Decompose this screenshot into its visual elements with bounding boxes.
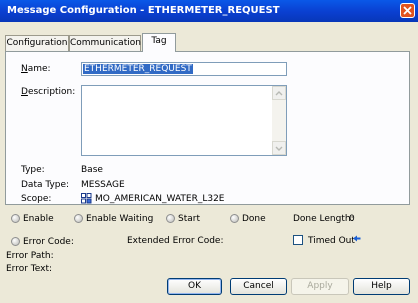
- start-indicator: [166, 214, 175, 223]
- scroll-down-button[interactable]: [272, 141, 286, 155]
- description-scrollbar[interactable]: [272, 86, 286, 155]
- start-label: Start: [178, 214, 200, 224]
- chevron-up-icon: [275, 91, 283, 96]
- scope-value: MO_AMERICAN_WATER_L32E: [95, 194, 225, 204]
- timed-out-checkbox[interactable]: [293, 235, 303, 245]
- scroll-up-button[interactable]: [272, 86, 286, 100]
- arrow-left-icon: [352, 234, 361, 246]
- error-path-label: Error Path:: [6, 251, 54, 261]
- error-text-label: Error Text:: [6, 264, 53, 274]
- extended-error-code-label: Extended Error Code:: [127, 236, 224, 246]
- close-icon: [403, 6, 412, 15]
- help-button[interactable]: Help: [353, 278, 410, 295]
- name-field[interactable]: ETHERMETER_REQUEST: [81, 62, 287, 76]
- error-code-label: Error Code:: [23, 237, 74, 247]
- chevron-down-icon: [275, 146, 283, 151]
- scope-label: Scope:: [21, 194, 52, 204]
- description-label: Description:: [21, 87, 76, 97]
- enable-label: Enable: [23, 214, 54, 224]
- enable-indicator: [11, 214, 20, 223]
- ok-button[interactable]: OK: [167, 278, 222, 295]
- scope-icon: [81, 193, 92, 207]
- timed-out-label: Timed Out: [308, 236, 355, 246]
- done-length-value: 0: [349, 214, 355, 224]
- type-value: Base: [81, 165, 103, 175]
- cancel-button[interactable]: Cancel: [230, 278, 287, 295]
- name-value: ETHERMETER_REQUEST: [83, 64, 193, 74]
- type-label: Type:: [21, 165, 45, 175]
- tab-communication[interactable]: Communication: [69, 35, 141, 51]
- error-code-indicator: [11, 237, 20, 246]
- window-title: Message Configuration - ETHERMETER_REQUE…: [7, 5, 280, 16]
- data-type-label: Data Type:: [21, 180, 70, 190]
- description-field[interactable]: [81, 85, 287, 156]
- enable-waiting-indicator: [74, 214, 83, 223]
- enable-waiting-label: Enable Waiting: [86, 214, 154, 224]
- message-configuration-dialog: Message Configuration - ETHERMETER_REQUE…: [0, 0, 418, 303]
- done-length-label: Done Length:: [293, 214, 354, 224]
- name-label: Name:: [21, 64, 51, 74]
- done-indicator: [230, 214, 239, 223]
- apply-button[interactable]: Apply: [291, 278, 349, 295]
- close-button[interactable]: [400, 3, 415, 18]
- title-bar[interactable]: Message Configuration - ETHERMETER_REQUE…: [0, 0, 418, 22]
- data-type-value: MESSAGE: [81, 180, 125, 190]
- tab-configuration[interactable]: Configuration: [5, 35, 69, 51]
- done-label: Done: [242, 214, 266, 224]
- tab-tag[interactable]: Tag: [142, 33, 176, 52]
